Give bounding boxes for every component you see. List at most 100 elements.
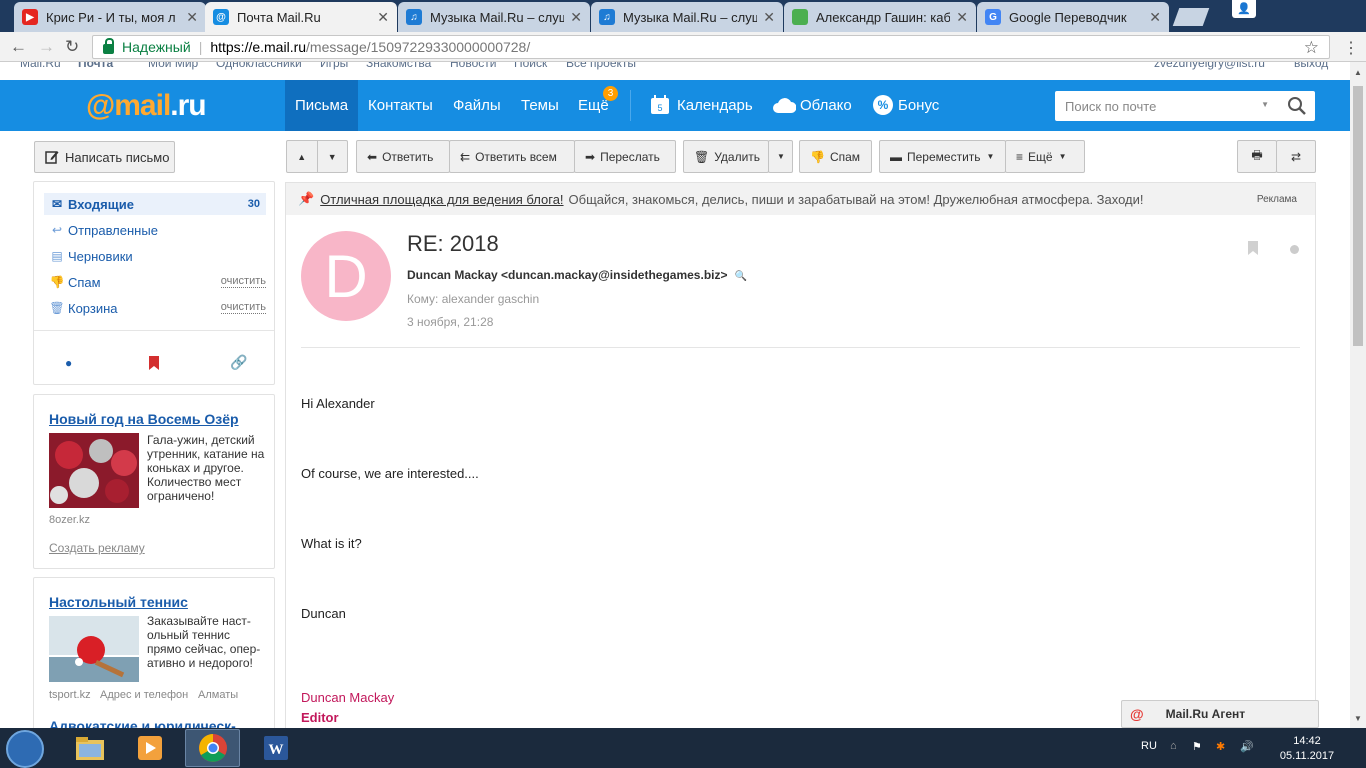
ad-address-link[interactable]: Адрес и телефон (100, 689, 188, 701)
bookmark-star-icon[interactable]: ☆ (1304, 38, 1319, 58)
music-icon: ♫ (599, 9, 615, 25)
ad-image-table-tennis[interactable] (49, 616, 139, 682)
nav-topics[interactable]: Темы (511, 80, 569, 131)
flag-icon[interactable] (1247, 241, 1259, 255)
delete-dropdown[interactable]: ▼ (768, 140, 793, 173)
ad-site[interactable]: tsport.kz (49, 689, 91, 701)
browser-tab[interactable]: ♫ Музыка Mail.Ru – слуша ✕ (591, 2, 783, 32)
antivirus-icon[interactable]: ✱ (1216, 740, 1225, 753)
chrome-taskbar-icon[interactable] (185, 729, 240, 767)
reply-button[interactable]: ⬅ Ответить (356, 140, 450, 173)
forward-icon[interactable]: → (38, 38, 55, 56)
ad-title[interactable]: Настольный теннис (49, 594, 188, 610)
mailru-logo[interactable]: @mail.ru (86, 89, 207, 123)
portal-link[interactable]: Мой Мир (148, 62, 198, 70)
reply-all-button[interactable]: ⇇ Ответить всем (449, 140, 575, 173)
next-message-icon[interactable]: ▼ (318, 152, 348, 162)
portal-link[interactable]: Игры (320, 62, 348, 70)
folder-trash[interactable]: 🗑 Корзина очистить (48, 297, 266, 319)
close-icon[interactable]: ✕ (570, 9, 582, 26)
ad-title[interactable]: Новый год на Восемь Озёр (49, 411, 239, 427)
network-icon[interactable]: ⌂ (1170, 740, 1177, 752)
folder-inbox[interactable]: ✉ Входящие 30 (44, 193, 266, 215)
url-field[interactable]: Надежный | https://e.mail.ru/message/150… (92, 35, 1330, 59)
attachment-filter-icon[interactable]: 🔗 (230, 354, 247, 371)
folder-spam[interactable]: 👎 Спам очистить (48, 271, 266, 293)
clean-spam-link[interactable]: очистить (220, 276, 266, 288)
body-paragraph: What is it? (301, 536, 362, 551)
account-email[interactable]: zvezdnyeigry@list.ru (1154, 62, 1265, 70)
browser-tab[interactable]: Александр Гашин: кабі ✕ (784, 2, 976, 32)
flag-filter-icon[interactable] (148, 356, 160, 370)
volume-icon[interactable]: 🔊 (1240, 740, 1254, 753)
promo-link[interactable]: Отличная площадка для ведения блога! (320, 192, 563, 207)
spam-button[interactable]: 👎 Спам (799, 140, 872, 173)
nav-bonus[interactable]: Бонус (888, 80, 949, 131)
ad-site[interactable]: 8ozer.kz (49, 514, 90, 526)
portal-link[interactable]: Знакомства (366, 62, 431, 70)
more-button[interactable]: ≡ Ещё ▼ (1005, 140, 1085, 173)
nav-files[interactable]: Файлы (443, 80, 511, 131)
close-icon[interactable]: ✕ (186, 9, 198, 26)
layout-toggle-button[interactable]: ⇄ (1276, 140, 1316, 173)
browser-tab[interactable]: ♫ Музыка Mail.Ru – слуша ✕ (398, 2, 590, 32)
move-button[interactable]: ▬ Переместить ▼ (879, 140, 1006, 173)
portal-link[interactable]: Поиск (514, 62, 547, 70)
layout-switch-icon: ⇄ (1290, 149, 1302, 164)
nav-calendar[interactable]: Календарь (667, 80, 763, 131)
scroll-thumb[interactable] (1353, 86, 1363, 346)
search-icon[interactable] (1287, 96, 1307, 116)
logout-link[interactable]: выход (1294, 62, 1328, 70)
unread-filter-icon[interactable]: ● (65, 356, 72, 370)
browser-tab[interactable]: G Google Переводчик ✕ (977, 2, 1169, 32)
system-clock[interactable]: 14:42 05.11.2017 (1276, 734, 1338, 764)
scroll-down-icon[interactable]: ▼ (1354, 714, 1362, 723)
portal-link[interactable]: Все проекты (566, 62, 636, 70)
nav-contacts[interactable]: Контакты (358, 80, 443, 131)
close-icon[interactable]: ✕ (956, 9, 968, 26)
mail-agent-button[interactable]: @ Mail.Ru Агент (1121, 700, 1319, 728)
windows-start-button[interactable] (6, 730, 44, 768)
search-input[interactable]: Поиск по почте ▼ (1055, 91, 1315, 121)
portal-link[interactable]: Одноклассники (216, 62, 302, 70)
scroll-up-icon[interactable]: ▲ (1354, 68, 1362, 77)
search-icon[interactable]: 🔍 (735, 271, 747, 282)
browser-tab[interactable]: ▶ Крис Ри - И ты, моя л ✕ (14, 2, 206, 32)
nav-cloud[interactable]: Облако (790, 80, 862, 131)
ad-image-ornaments[interactable] (49, 433, 139, 508)
previous-message-icon[interactable]: ▲ (287, 152, 317, 162)
explorer-taskbar-icon[interactable] (62, 729, 117, 767)
close-icon[interactable]: ✕ (763, 9, 775, 26)
new-tab-button[interactable] (1172, 8, 1210, 26)
trash-icon: 🗑 (694, 149, 710, 164)
action-center-flag-icon[interactable]: ⚑ (1192, 740, 1202, 753)
media-player-taskbar-icon[interactable] (122, 729, 177, 767)
word-taskbar-icon[interactable]: W (248, 729, 303, 767)
chevron-down-icon[interactable]: ▼ (1261, 100, 1269, 109)
reload-icon[interactable]: ↻ (65, 38, 79, 56)
portal-link[interactable]: Новости (450, 62, 496, 70)
browser-menu-icon[interactable]: ⋮ (1343, 38, 1359, 58)
forward-button[interactable]: ➡ Переслать (574, 140, 676, 173)
language-indicator[interactable]: RU (1141, 740, 1157, 752)
nav-letters[interactable]: Письма (285, 80, 359, 131)
user-profile-icon[interactable]: 👤 (1232, 0, 1256, 18)
read-status-icon[interactable] (1290, 245, 1299, 254)
secure-label: Надежный (122, 39, 191, 55)
create-ad-link[interactable]: Создать рекламу (49, 541, 145, 555)
browser-tab-active[interactable]: @ Почта Mail.Ru ✕ (205, 2, 397, 32)
back-icon[interactable]: ← (10, 38, 27, 56)
page-scrollbar[interactable]: ▲ ▼ (1350, 62, 1366, 728)
print-button[interactable]: 🖶 (1237, 140, 1277, 173)
portal-link[interactable]: Почта (78, 62, 113, 70)
printer-icon: 🖶 (1251, 148, 1263, 162)
folder-drafts[interactable]: ▤ Черновики (48, 245, 266, 267)
compose-button[interactable]: Написать письмо (34, 141, 175, 173)
folder-sent[interactable]: ↩ Отправленные (48, 219, 266, 241)
message-sender[interactable]: Duncan Mackay <duncan.mackay@insidethega… (407, 268, 747, 282)
delete-button[interactable]: 🗑 Удалить (683, 140, 769, 173)
portal-link[interactable]: Mail.Ru (20, 62, 61, 70)
clean-trash-link[interactable]: очистить (220, 302, 266, 314)
close-icon[interactable]: ✕ (1149, 9, 1161, 26)
close-icon[interactable]: ✕ (377, 9, 389, 26)
